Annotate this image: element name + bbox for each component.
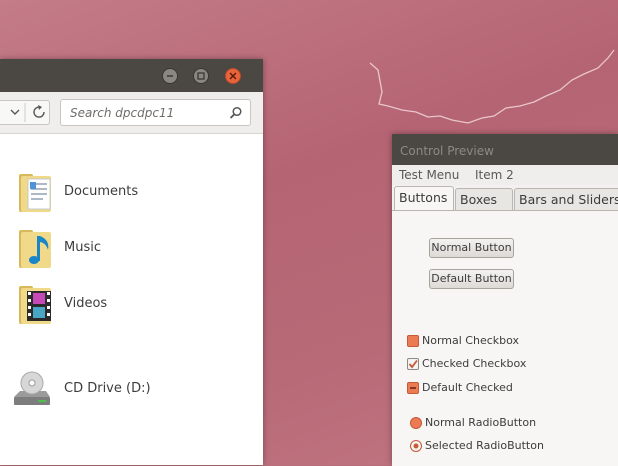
- documents-folder-icon: [19, 174, 51, 212]
- checkbox-label: Normal Checkbox: [422, 334, 520, 347]
- normal-button[interactable]: Normal Button: [429, 238, 514, 258]
- list-item-cd-drive[interactable]: CD Drive (D:): [14, 367, 254, 413]
- minimize-button[interactable]: [162, 68, 178, 84]
- normal-checkbox[interactable]: [407, 335, 419, 347]
- menu-item-test-menu[interactable]: Test Menu: [399, 168, 459, 182]
- refresh-icon[interactable]: [33, 105, 45, 118]
- list-item-videos[interactable]: Videos: [14, 282, 254, 328]
- indeterminate-icon: [410, 387, 416, 389]
- normal-radiobutton[interactable]: [410, 417, 422, 429]
- control-preview-titlebar[interactable]: Control Preview: [392, 134, 618, 165]
- tab-panel-buttons: Normal Button Default Button Normal Chec…: [392, 210, 618, 466]
- checkbox-label: Default Checked: [422, 381, 513, 394]
- tab-boxes[interactable]: Boxes: [455, 188, 513, 210]
- checkmark-icon: [408, 359, 418, 369]
- window-title: Control Preview: [400, 144, 494, 158]
- tab-buttons[interactable]: Buttons: [394, 186, 454, 210]
- menubar: Test Menu Item 2: [392, 165, 618, 185]
- list-item-label: CD Drive (D:): [64, 381, 151, 396]
- maximize-icon: [197, 72, 205, 80]
- file-manager-titlebar[interactable]: [0, 59, 263, 92]
- default-checked-checkbox[interactable]: [407, 382, 419, 394]
- tab-bars-and-sliders[interactable]: Bars and Sliders: [514, 188, 618, 210]
- file-manager-window: Search dpcdpc11 Documents Music Videos C…: [0, 59, 263, 465]
- music-folder-icon: [19, 230, 51, 268]
- list-item-label: Documents: [64, 184, 139, 199]
- control-preview-window: Control Preview Test Menu Item 2 Buttons…: [392, 134, 618, 466]
- menu-item-item-2[interactable]: Item 2: [475, 168, 514, 182]
- list-item-music[interactable]: Music: [14, 226, 254, 272]
- list-item-label: Music: [64, 240, 101, 255]
- radiobutton-label: Normal RadioButton: [425, 416, 537, 429]
- selected-radiobutton[interactable]: [410, 440, 422, 452]
- cd-drive-icon: [14, 371, 50, 405]
- location-nav-segment: [0, 100, 50, 125]
- list-item-documents[interactable]: Documents: [14, 170, 254, 216]
- videos-folder-icon: [19, 286, 51, 324]
- close-icon: [229, 72, 237, 80]
- checked-checkbox[interactable]: [407, 358, 419, 370]
- minimize-icon: [167, 75, 173, 77]
- maximize-button[interactable]: [193, 68, 209, 84]
- radiobutton-label: Selected RadioButton: [425, 439, 544, 452]
- checkbox-label: Checked Checkbox: [422, 357, 527, 370]
- file-manager-toolbar: Search dpcdpc11: [0, 92, 263, 134]
- chevron-down-icon[interactable]: [10, 109, 20, 115]
- search-field[interactable]: Search dpcdpc11: [60, 99, 251, 126]
- default-button[interactable]: Default Button: [429, 269, 514, 289]
- list-item-label: Videos: [64, 296, 108, 311]
- radio-dot-icon: [413, 443, 419, 449]
- search-input[interactable]: Search dpcdpc11: [70, 106, 174, 120]
- close-button[interactable]: [225, 68, 241, 84]
- search-icon[interactable]: [229, 106, 243, 120]
